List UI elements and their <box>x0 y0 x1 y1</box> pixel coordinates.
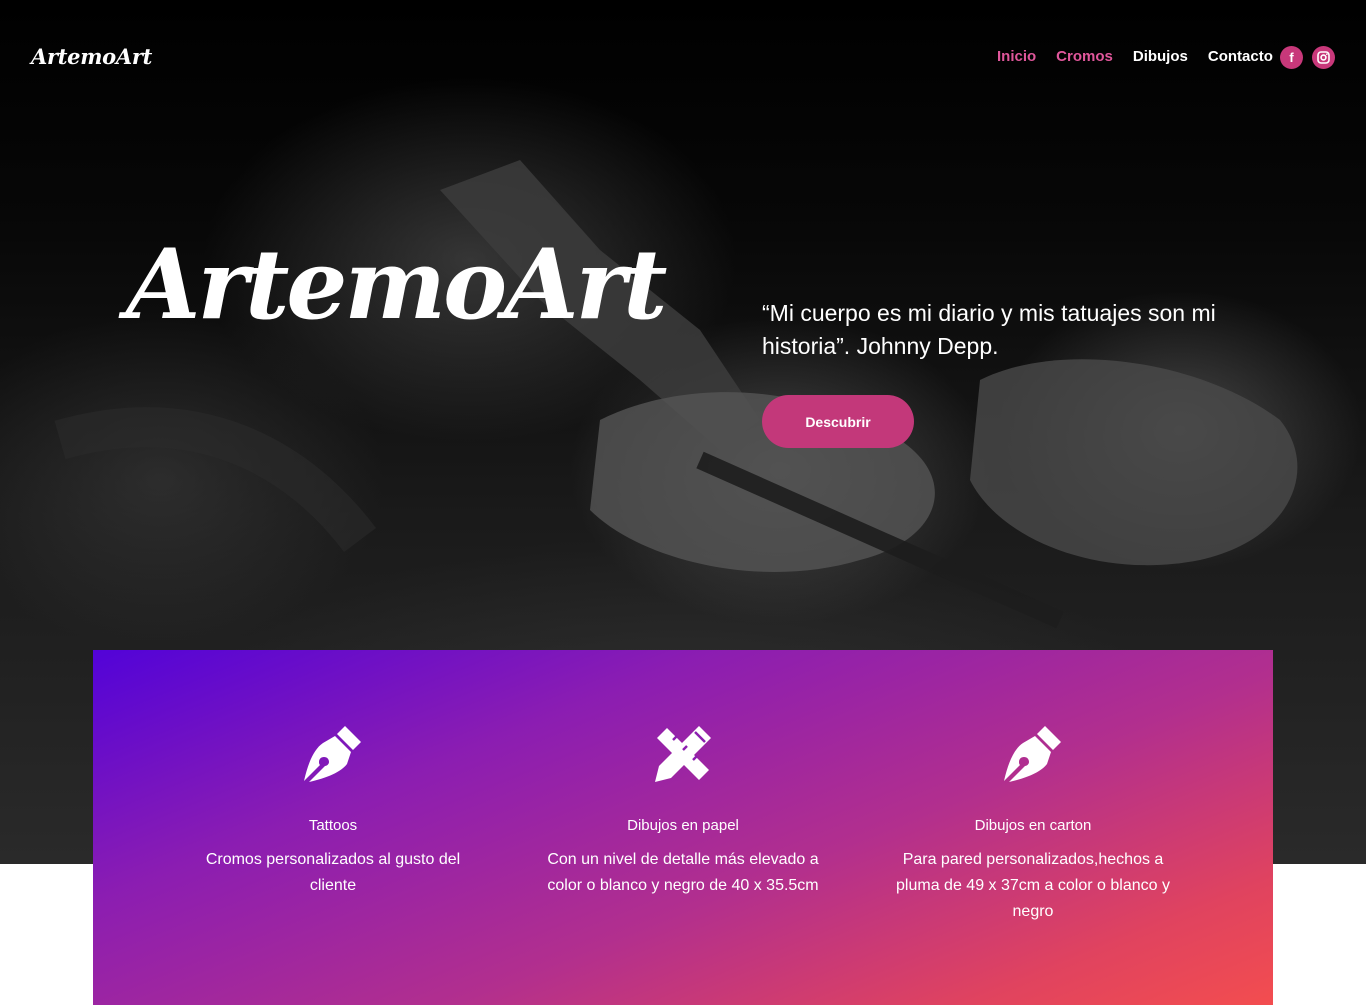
nav-item-contacto[interactable]: Contacto <box>1208 48 1273 65</box>
feature-title: Dibujos en carton <box>974 817 1092 834</box>
pencil-ruler-icon <box>655 726 711 782</box>
social-links: f <box>1280 46 1335 69</box>
discover-button[interactable]: Descubrir <box>762 395 914 448</box>
hero-quote: “Mi cuerpo es mi diario y mis tatuajes s… <box>762 300 1216 359</box>
fountain-pen-icon <box>304 726 361 782</box>
instagram-glyph-icon <box>1317 51 1330 64</box>
feature-title: Tattoos <box>308 817 358 834</box>
main-nav: Inicio Cromos Dibujos Contacto <box>997 48 1293 65</box>
fountain-pen-icon <box>1004 726 1061 782</box>
hero-logo: ArtemoArt <box>126 228 667 341</box>
feature-description: Cromos personalizados al gusto del clien… <box>205 851 461 894</box>
nav-item-dibujos[interactable]: Dibujos <box>1133 48 1188 65</box>
feature-description: Para pared personalizados,hechos a pluma… <box>896 851 1170 920</box>
nav-item-cromos[interactable]: Cromos <box>1056 48 1113 65</box>
nav-item-inicio[interactable]: Inicio <box>997 48 1036 65</box>
facebook-icon[interactable]: f <box>1280 46 1303 69</box>
brand-logo[interactable]: ArtemoArt <box>31 44 152 69</box>
feature-description: Con un nivel de detalle más elevado a co… <box>547 851 819 894</box>
features-panel: Tattoos Cromos personalizados al gusto d… <box>93 650 1273 1005</box>
feature-title: Dibujos en papel <box>627 817 739 834</box>
instagram-icon[interactable] <box>1312 46 1335 69</box>
